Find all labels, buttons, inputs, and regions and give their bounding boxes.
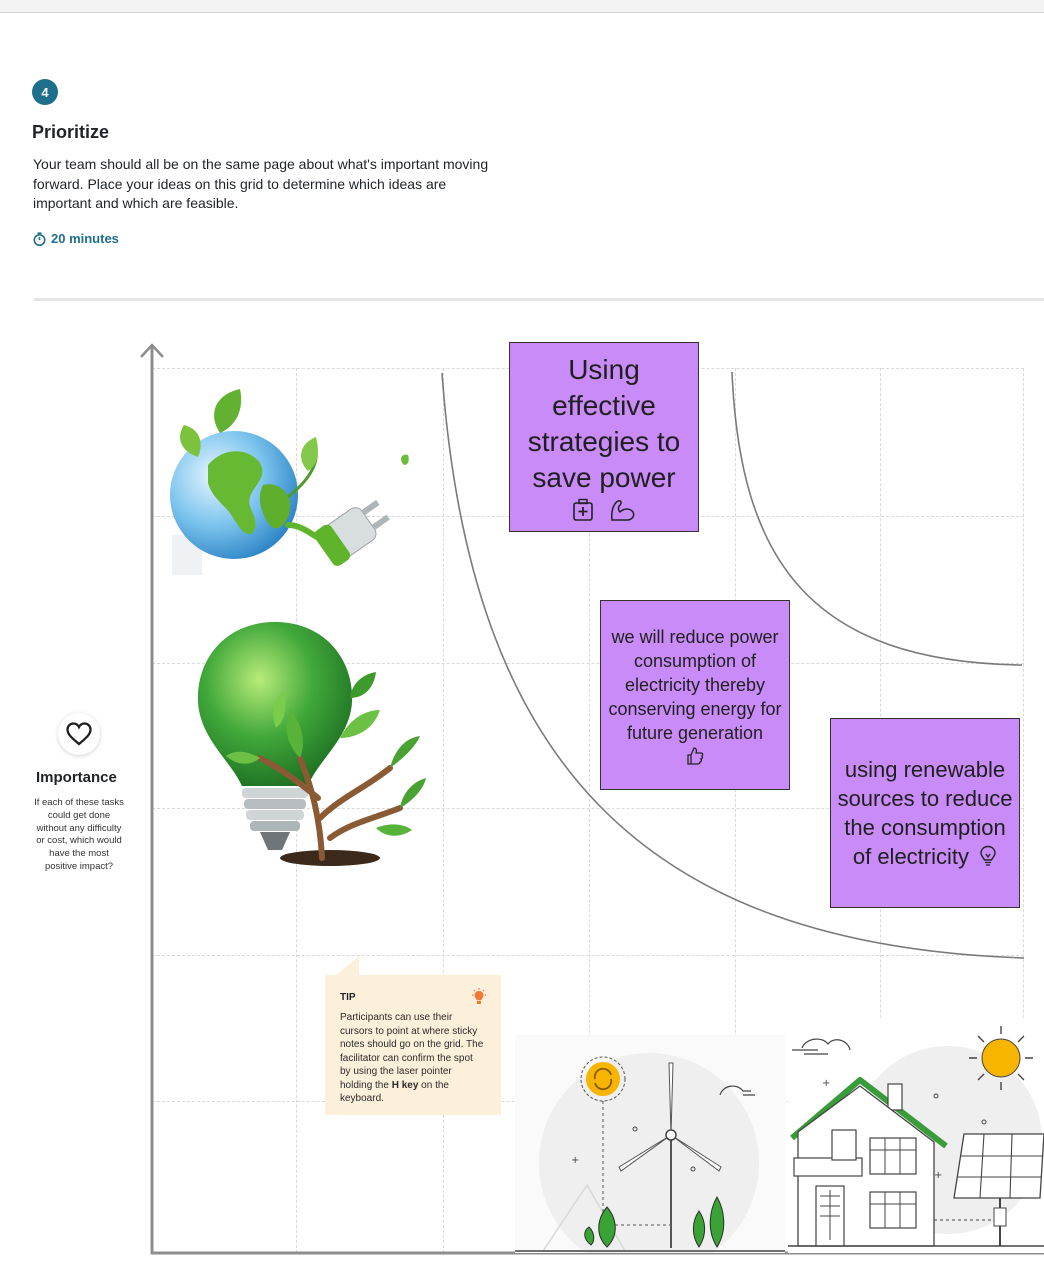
y-axis-description: If each of these tasks could get done wi… xyxy=(34,797,124,872)
sticky-note[interactable]: we will reduce power consumption of elec… xyxy=(600,600,790,790)
tip-pointer xyxy=(335,956,359,976)
first-aid-kit-icon xyxy=(573,498,593,521)
thumbs-up-icon xyxy=(687,746,704,765)
tip-key-hint: H key xyxy=(391,1079,419,1091)
sticky-note-text: Using effective strategies to save power xyxy=(527,354,681,493)
tip-card: TIP Participants can use their cursors t… xyxy=(325,975,501,1115)
solar-house-image: + + xyxy=(788,1020,1044,1253)
tip-body: Participants can use their cursors to po… xyxy=(340,1011,486,1106)
svg-text:+: + xyxy=(822,1078,830,1089)
flexed-arm-icon xyxy=(611,500,635,521)
wind-turbine-image: + xyxy=(515,1035,785,1253)
heart-icon xyxy=(66,722,92,746)
svg-text:+: + xyxy=(571,1155,579,1166)
importance-heart-button[interactable] xyxy=(58,713,100,755)
tip-bulb-icon xyxy=(472,988,486,1004)
y-axis-arrow xyxy=(140,343,164,1254)
sticky-note[interactable]: using renewable sources to reduce the co… xyxy=(830,718,1020,908)
earth-plug-image xyxy=(170,389,409,575)
sticky-note-text: we will reduce power consumption of elec… xyxy=(608,626,782,743)
sticky-note[interactable]: Using effective strategies to save power xyxy=(509,342,699,532)
lightbulb-icon xyxy=(980,845,996,866)
y-axis-label: Importance xyxy=(36,769,117,786)
svg-text:+: + xyxy=(934,1170,942,1181)
sticky-note-icons xyxy=(572,498,636,522)
tip-title: TIP xyxy=(340,992,356,1003)
green-bulb-tree-image xyxy=(197,622,426,866)
sticky-note-text: using renewable sources to reduce the co… xyxy=(837,755,1013,871)
